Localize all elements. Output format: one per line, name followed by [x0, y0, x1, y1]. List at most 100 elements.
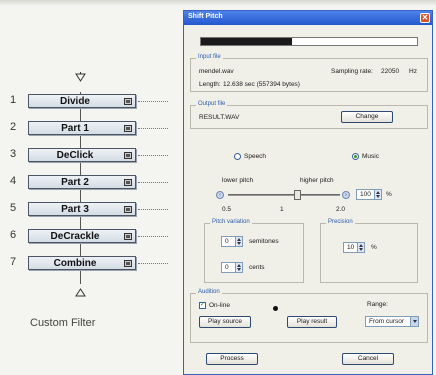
precision-spinner[interactable]: 10: [343, 242, 365, 253]
precision-group-title: Precision: [326, 219, 355, 225]
filter-connector-dash: [138, 263, 168, 264]
pitch-tick-max: 2.0: [336, 206, 346, 213]
input-file-group: Input file mendel.wav Sampling rate: 220…: [190, 54, 428, 92]
chevron-down-icon[interactable]: [410, 317, 418, 326]
filter-settings-icon[interactable]: [124, 125, 132, 132]
filter-block[interactable]: DeClick: [28, 148, 136, 162]
range-select[interactable]: From cursor: [365, 316, 419, 327]
filter-label: Part 2: [61, 177, 89, 188]
filter-label: Combine: [53, 258, 97, 269]
play-result-button[interactable]: Play result: [287, 316, 337, 328]
filter-label: Divide: [59, 96, 90, 107]
speech-radio-label: Speech: [244, 153, 267, 160]
filter-settings-icon[interactable]: [124, 260, 132, 267]
filter-connector-dash: [138, 155, 168, 156]
filter-connector-dash: [138, 182, 168, 183]
range-label: Range:: [367, 301, 388, 308]
filter-settings-icon[interactable]: [124, 152, 132, 159]
length-value: 12.638 sec (557394 bytes): [223, 81, 300, 88]
filter-row: 3 DeClick: [0, 146, 170, 164]
dialog-titlebar[interactable]: Shift Pitch ✕: [184, 11, 432, 25]
pitch-variation-group: Pitch variation 0 semitones 0 cents: [204, 219, 304, 283]
filter-block[interactable]: Combine: [28, 256, 136, 270]
filter-label: Part 1: [61, 123, 89, 134]
online-checkbox[interactable]: ✓: [199, 302, 206, 309]
higher-pitch-label: higher pitch: [300, 177, 334, 184]
audition-group-title: Audition: [196, 289, 222, 295]
online-checkbox-label: On-line: [209, 302, 230, 309]
filter-row: 2 Part 1: [0, 119, 170, 137]
filter-block[interactable]: Part 1: [28, 121, 136, 135]
change-button[interactable]: Change: [341, 111, 393, 123]
filter-index: 2: [10, 121, 17, 133]
lower-pitch-label: lower pitch: [222, 177, 254, 184]
precision-unit: %: [371, 244, 377, 251]
input-file-group-title: Input file: [196, 54, 223, 60]
pitch-percent-spinner[interactable]: 100: [356, 189, 382, 200]
filter-row: 1 Divide: [0, 92, 170, 110]
checkmark-icon: ✓: [200, 302, 206, 308]
filter-chain-caption: Custom Filter: [30, 317, 96, 329]
progress-bar: [200, 37, 418, 46]
sampling-rate-unit: Hz: [409, 68, 417, 75]
filter-row: 6 DeCrackle: [0, 227, 170, 245]
cents-label: cents: [249, 264, 265, 271]
filter-label: Part 3: [61, 204, 89, 215]
pitch-tick-mid: 1: [280, 206, 284, 213]
filter-connector-dash: [138, 101, 168, 102]
pitch-slider-track[interactable]: [228, 194, 340, 196]
filter-connector-dash: [138, 128, 168, 129]
dialog-title: Shift Pitch: [188, 13, 223, 20]
filter-settings-icon[interactable]: [124, 233, 132, 240]
mouse-cursor-icon: [273, 306, 278, 311]
pitch-percent-unit: %: [386, 191, 392, 198]
spinner-arrows-icon[interactable]: [235, 263, 242, 272]
semitones-label: semitones: [249, 238, 279, 245]
output-file-group: Output file RESULT.WAV Change: [190, 101, 428, 129]
input-triangle-icon: [75, 72, 86, 82]
filter-index: 6: [10, 229, 17, 241]
semitones-spinner[interactable]: 0: [221, 236, 243, 247]
cancel-button-label: Cancel: [357, 355, 379, 362]
music-radio-label: Music: [362, 153, 379, 160]
spinner-arrows-icon[interactable]: [357, 243, 364, 252]
pitch-tick-min: 0.5: [222, 206, 232, 213]
filter-block[interactable]: Divide: [28, 94, 136, 108]
spinner-arrows-icon[interactable]: [374, 190, 381, 199]
filter-settings-icon[interactable]: [124, 179, 132, 186]
progress-bar-fill: [201, 38, 292, 45]
filter-row: 7 Combine: [0, 254, 170, 272]
filter-block[interactable]: Part 3: [28, 202, 136, 216]
music-radio[interactable]: [352, 153, 359, 160]
filter-settings-icon[interactable]: [124, 98, 132, 105]
cancel-button[interactable]: Cancel: [342, 353, 394, 365]
change-button-label: Change: [355, 113, 379, 120]
speech-radio[interactable]: [234, 153, 241, 160]
filter-connector-dash: [138, 236, 168, 237]
filter-connector-dash: [138, 209, 168, 210]
length-label: Length:: [199, 81, 221, 88]
range-select-value: From cursor: [369, 318, 405, 325]
output-file-group-title: Output file: [196, 101, 228, 107]
process-button[interactable]: Process: [206, 353, 258, 365]
play-result-button-label: Play result: [296, 318, 328, 325]
pitch-slider-right-arrow[interactable]: ›: [342, 191, 350, 199]
play-source-button[interactable]: Play source: [199, 316, 251, 328]
filter-label: DeClick: [56, 150, 94, 161]
pitch-slider-left-arrow[interactable]: ‹: [216, 191, 224, 199]
filter-block[interactable]: DeCrackle: [28, 229, 136, 243]
output-filename: RESULT.WAV: [199, 114, 240, 121]
close-button[interactable]: ✕: [420, 13, 430, 23]
top-strip: [0, 0, 436, 6]
filter-settings-icon[interactable]: [124, 206, 132, 213]
filter-row: 4 Part 2: [0, 173, 170, 191]
filter-block[interactable]: Part 2: [28, 175, 136, 189]
filter-index: 1: [10, 94, 17, 106]
filter-index: 5: [10, 202, 17, 214]
shift-pitch-dialog: Shift Pitch ✕ Input file mendel.wav Samp…: [183, 10, 433, 375]
pitch-slider-thumb[interactable]: [294, 190, 302, 200]
cents-spinner[interactable]: 0: [221, 262, 243, 273]
close-icon: ✕: [421, 13, 429, 22]
spinner-arrows-icon[interactable]: [235, 237, 242, 246]
filter-row: 5 Part 3: [0, 200, 170, 218]
